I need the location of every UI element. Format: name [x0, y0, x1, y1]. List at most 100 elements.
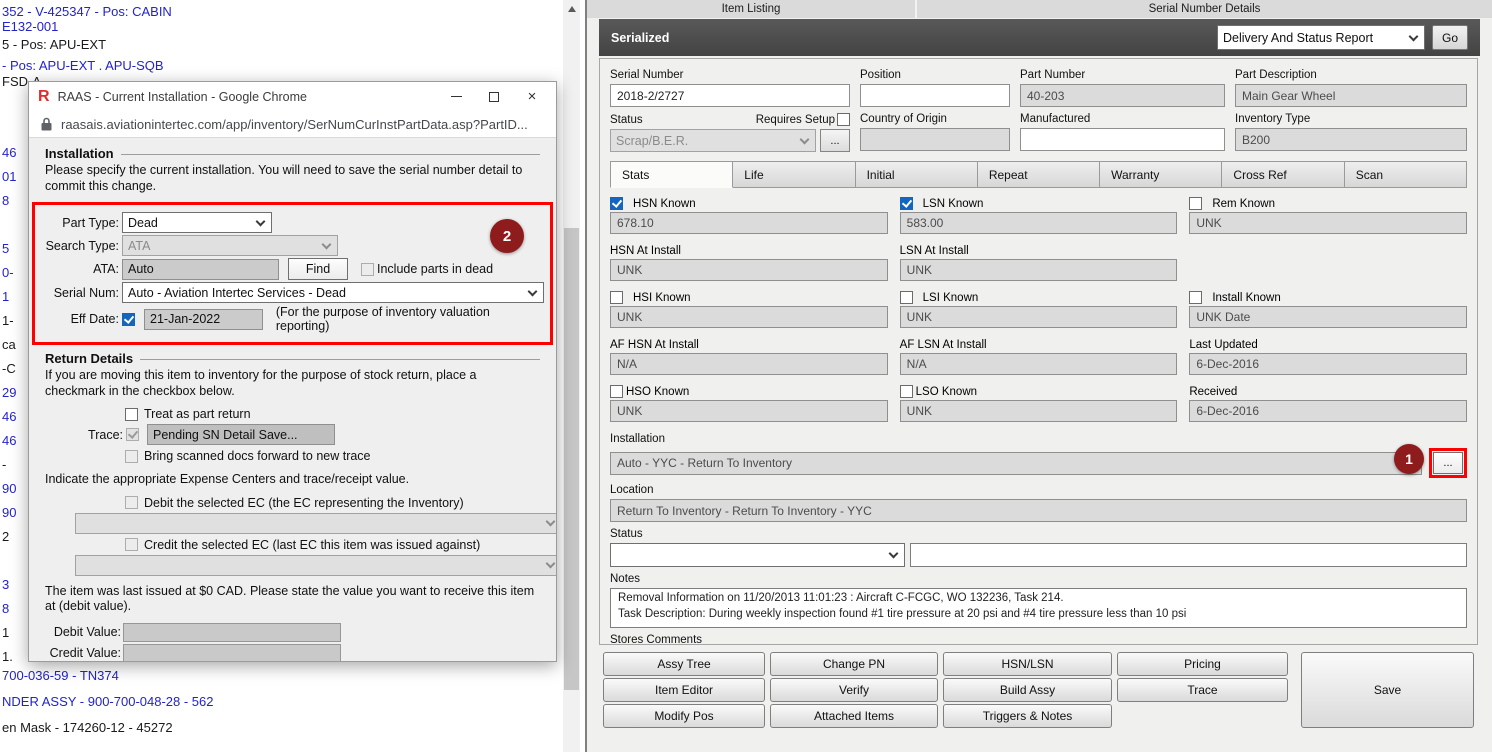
background-scrollbar[interactable]	[563, 0, 580, 752]
requires-setup-checkbox[interactable]	[837, 113, 850, 126]
eff-date-checkbox[interactable]	[122, 313, 135, 326]
hso-value-field: UNK	[610, 400, 888, 422]
bg-clipped-link[interactable]: 1	[2, 289, 9, 304]
bg-part-link[interactable]: 700-036-59 - TN374	[2, 668, 119, 683]
tab-serial-number-details[interactable]: Serial Number Details	[917, 0, 1492, 18]
tab-initial[interactable]: Initial	[856, 161, 978, 188]
bg-clipped-text: 1-	[2, 313, 14, 328]
heading-rule	[140, 359, 540, 360]
tab-warranty[interactable]: Warranty	[1100, 161, 1222, 188]
bg-clipped-link[interactable]: 8	[2, 193, 9, 208]
scroll-up-button[interactable]	[563, 0, 580, 17]
maximize-button[interactable]	[479, 86, 509, 108]
bg-clipped-text: 2	[2, 529, 9, 544]
debit-value-label: Debit Value:	[45, 625, 121, 639]
bg-part-link[interactable]: NDER ASSY - 900-700-048-28 - 562	[2, 694, 214, 709]
modify-pos-button[interactable]: Modify Pos	[603, 704, 765, 728]
bg-part-link[interactable]: - Pos: APU-EXT . APU-SQB	[2, 58, 164, 73]
bg-part-link[interactable]: E132-001	[2, 19, 58, 34]
credit-ec-select	[75, 555, 556, 576]
panel-save-button[interactable]: Save	[1301, 652, 1474, 728]
notes-textarea[interactable]: Removal Information on 11/20/2013 11:01:…	[610, 588, 1467, 628]
serial-number-label: Serial Number	[610, 69, 850, 81]
triggers-notes-button[interactable]: Triggers & Notes	[943, 704, 1112, 728]
bg-part-link[interactable]: 352 - V-425347 - Pos: CABIN	[2, 4, 172, 19]
status2-select[interactable]	[610, 543, 905, 567]
search-type-select: ATA	[122, 235, 338, 256]
indicate-text: Indicate the appropriate Expense Centers…	[45, 472, 540, 488]
bg-clipped-link[interactable]: 46	[2, 145, 16, 160]
chrome-popup-window: R RAAS - Current Installation - Google C…	[28, 81, 557, 662]
tab-item-listing[interactable]: Item Listing	[587, 0, 917, 18]
rem-known-checkbox[interactable]	[1189, 197, 1202, 210]
position-input[interactable]	[860, 84, 1010, 107]
rem-value-field: UNK	[1189, 212, 1467, 234]
location-field: Return To Inventory - Return To Inventor…	[610, 499, 1467, 522]
lso-value-field: UNK	[900, 400, 1178, 422]
tab-life[interactable]: Life	[733, 161, 855, 188]
scrollbar-thumb[interactable]	[564, 228, 579, 690]
lso-known-checkbox[interactable]	[900, 385, 913, 398]
bg-clipped-link[interactable]: 8	[2, 601, 9, 616]
bg-clipped-text: ca	[2, 337, 16, 352]
install-known-checkbox[interactable]	[1189, 291, 1202, 304]
part-type-select[interactable]: Dead	[122, 212, 272, 233]
return-details-heading: Return Details	[45, 351, 540, 366]
page-tab-bar: Item Listing Serial Number Details	[587, 0, 1492, 18]
annotation-badge-1: 1	[1394, 444, 1424, 474]
go-button[interactable]: Go	[1432, 25, 1468, 50]
bg-clipped-text: 1.	[2, 649, 13, 664]
hso-known-checkbox[interactable]	[610, 385, 623, 398]
find-button[interactable]: Find	[288, 258, 348, 280]
bg-clipped-link[interactable]: 90	[2, 505, 16, 520]
bg-clipped-link[interactable]: 5	[2, 241, 9, 256]
hsn-known-checkbox[interactable]	[610, 197, 623, 210]
lsn-known-checkbox[interactable]	[900, 197, 913, 210]
requires-setup-label: Requires Setup	[756, 114, 835, 126]
trace-button[interactable]: Trace	[1117, 678, 1288, 702]
rem-known-label: Rem Known	[1212, 198, 1275, 210]
tab-scan[interactable]: Scan	[1345, 161, 1467, 188]
debit-ec-select	[75, 513, 556, 534]
bg-clipped-link[interactable]: 90	[2, 481, 16, 496]
manufactured-input[interactable]	[1020, 128, 1225, 151]
bg-clipped-link[interactable]: 01	[2, 169, 16, 184]
manufactured-label: Manufactured	[1020, 113, 1225, 125]
chevron-down-icon	[528, 286, 538, 296]
close-button[interactable]: ×	[517, 86, 547, 108]
tab-cross-ref[interactable]: Cross Ref	[1222, 161, 1344, 188]
hsi-known-checkbox[interactable]	[610, 291, 623, 304]
report-select[interactable]: Delivery And Status Report	[1217, 25, 1425, 50]
status2-input[interactable]	[910, 543, 1467, 567]
bg-clipped-link[interactable]: 46	[2, 409, 16, 424]
pricing-button[interactable]: Pricing	[1117, 652, 1288, 676]
installation-more-button[interactable]: ...	[1433, 452, 1463, 474]
af-hsn-field: N/A	[610, 353, 888, 375]
tab-repeat[interactable]: Repeat	[978, 161, 1100, 188]
tab-stats[interactable]: Stats	[610, 161, 733, 188]
change-pn-button[interactable]: Change PN	[770, 652, 938, 676]
country-of-origin-input	[860, 128, 1010, 151]
item-editor-button[interactable]: Item Editor	[603, 678, 765, 702]
status-more-button[interactable]: ...	[820, 129, 850, 152]
lsi-known-checkbox[interactable]	[900, 291, 913, 304]
chevron-down-icon	[800, 134, 810, 144]
treat-as-part-return-checkbox[interactable]	[125, 408, 138, 421]
verify-button[interactable]: Verify	[770, 678, 938, 702]
bg-clipped-link[interactable]: 3	[2, 577, 9, 592]
value-text: The item was last issued at $0 CAD. Plea…	[45, 584, 540, 615]
hsn-known-label: HSN Known	[633, 198, 696, 210]
serial-num-select[interactable]: Auto - Aviation Intertec Services - Dead	[122, 282, 544, 303]
hsn-lsn-button[interactable]: HSN/LSN	[943, 652, 1112, 676]
attached-items-button[interactable]: Attached Items	[770, 704, 938, 728]
assy-tree-button[interactable]: Assy Tree	[603, 652, 765, 676]
bg-clipped-link[interactable]: 29	[2, 385, 16, 400]
bg-clipped-link[interactable]: 46	[2, 433, 16, 448]
serial-number-input[interactable]: 2018-2/2727	[610, 84, 850, 107]
minimize-button[interactable]	[441, 86, 471, 108]
build-assy-button[interactable]: Build Assy	[943, 678, 1112, 702]
trace-label: Trace:	[45, 428, 123, 442]
installation-section-heading: Installation	[45, 146, 540, 161]
panel-title: Serialized	[611, 31, 669, 45]
bg-clipped-link[interactable]: 0-	[2, 265, 14, 280]
